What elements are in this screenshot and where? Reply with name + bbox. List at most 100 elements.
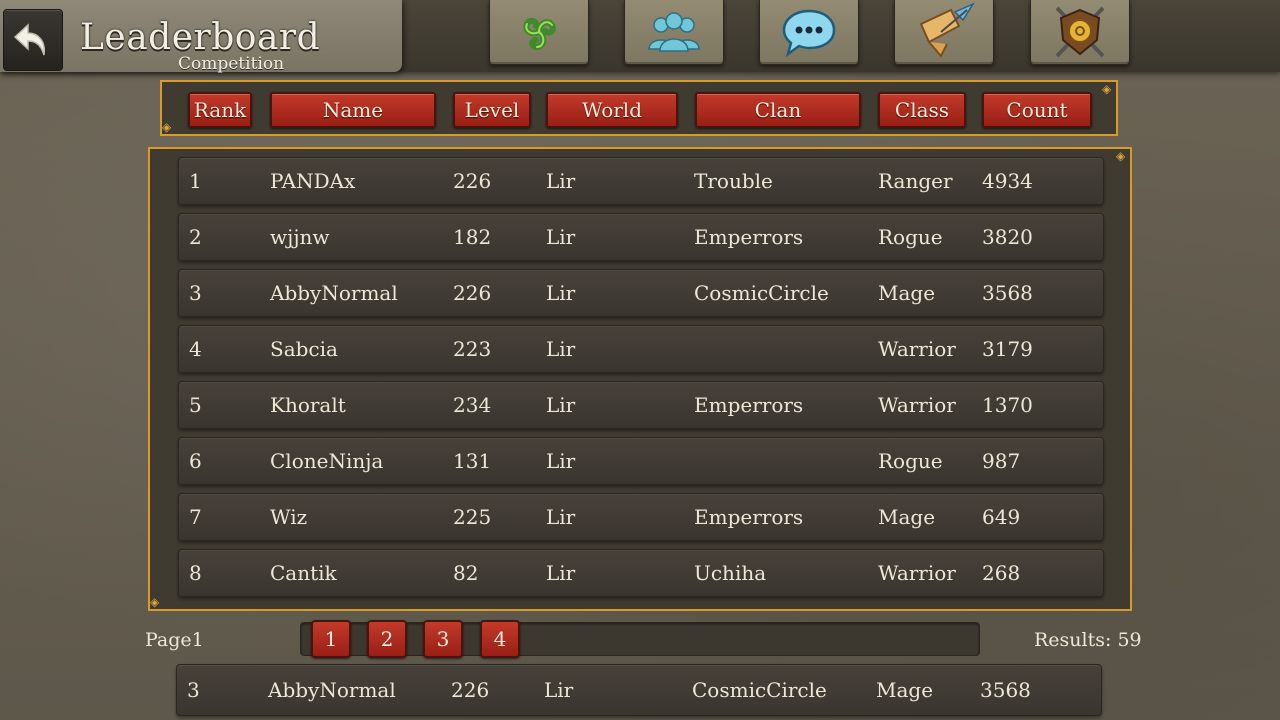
row-level: 226	[453, 281, 492, 305]
page-button-4[interactable]: 4	[480, 620, 520, 658]
title-plate: Leaderboard Competition	[0, 0, 402, 74]
row-rank: 6	[189, 449, 202, 473]
page-button-1[interactable]: 1	[311, 620, 351, 658]
column-header-bar: ◈ ◈ Rank Name Level World Clan Class Cou…	[160, 80, 1118, 136]
page-indicator: Page1	[145, 629, 204, 651]
nav-button-friends[interactable]	[624, 0, 724, 65]
row-rank: 2	[189, 225, 202, 249]
row-clan: CosmicCircle	[694, 281, 829, 305]
column-class-button[interactable]: Class	[878, 92, 966, 128]
row-level: 223	[453, 337, 492, 361]
column-level-button[interactable]: Level	[453, 92, 531, 128]
row-world: Lir	[546, 393, 576, 417]
nav-button-chat[interactable]	[759, 0, 859, 65]
row-level: 182	[453, 225, 492, 249]
row-count: 1370	[982, 393, 1033, 417]
row-level: 226	[451, 678, 490, 702]
row-name: Cantik	[270, 561, 337, 585]
row-world: Lir	[546, 337, 576, 361]
row-class: Rogue	[878, 449, 943, 473]
row-clan: Emperrors	[694, 505, 804, 529]
row-class: Mage	[878, 505, 936, 529]
row-rank: 1	[189, 169, 202, 193]
chat-icon	[782, 9, 836, 58]
row-count: 987	[982, 449, 1021, 473]
row-clan: CosmicCircle	[692, 678, 827, 702]
row-count: 3820	[982, 225, 1033, 249]
row-level: 131	[453, 449, 492, 473]
row-name: AbbyNormal	[268, 678, 396, 702]
player-own-row[interactable]: 3 AbbyNormal 226 Lir CosmicCircle Mage 3…	[176, 664, 1102, 716]
row-clan: Uchiha	[694, 561, 767, 585]
row-name: PANDAx	[270, 169, 356, 193]
row-clan: Emperrors	[694, 225, 804, 249]
table-row[interactable]: 4 Sabcia 223 Lir Warrior 3179	[178, 325, 1104, 373]
back-button[interactable]	[3, 9, 63, 71]
row-rank: 4	[189, 337, 202, 361]
row-count: 4934	[982, 169, 1033, 193]
table-row[interactable]: 1 PANDAx 226 Lir Trouble Ranger 4934	[178, 157, 1104, 205]
row-name: AbbyNormal	[270, 281, 398, 305]
column-world-button[interactable]: World	[546, 92, 678, 128]
page-subtitle: Competition	[178, 54, 285, 74]
column-rank-button[interactable]: Rank	[188, 92, 252, 128]
table-row[interactable]: 3 AbbyNormal 226 Lir CosmicCircle Mage 3…	[178, 269, 1104, 317]
column-clan-button[interactable]: Clan	[695, 92, 861, 128]
corner-ornament-icon: ◈	[1102, 82, 1112, 96]
row-count: 649	[982, 505, 1021, 529]
row-world: Lir	[546, 225, 576, 249]
corner-ornament-icon: ◈	[150, 595, 160, 609]
row-rank: 8	[189, 561, 202, 585]
row-class: Mage	[878, 281, 936, 305]
corner-ornament-icon: ◈	[1116, 149, 1126, 163]
row-count: 3568	[982, 281, 1033, 305]
row-count: 268	[982, 561, 1021, 585]
results-count: Results: 59	[1034, 629, 1142, 651]
row-world: Lir	[546, 169, 576, 193]
row-level: 82	[453, 561, 479, 585]
row-level: 234	[453, 393, 492, 417]
row-name: Wiz	[270, 505, 308, 529]
column-name-button[interactable]: Name	[270, 92, 436, 128]
row-name: wjjnw	[270, 225, 330, 249]
row-class: Warrior	[878, 561, 956, 585]
back-arrow-icon	[13, 23, 46, 56]
row-clan: Emperrors	[694, 393, 804, 417]
page-button-2[interactable]: 2	[367, 620, 407, 658]
table-row[interactable]: 6 CloneNinja 131 Lir Rogue 987	[178, 437, 1104, 485]
nav-button-guild[interactable]	[1030, 0, 1130, 65]
row-class: Warrior	[878, 337, 956, 361]
row-rank: 3	[189, 281, 202, 305]
page-button-3[interactable]: 3	[423, 620, 463, 658]
guild-crest-icon	[1055, 6, 1105, 58]
table-row[interactable]: 2 wjjnw 182 Lir Emperrors Rogue 3820	[178, 213, 1104, 261]
leaderboard-table: ◈ ◈ 1 PANDAx 226 Lir Trouble Ranger 4934…	[148, 147, 1132, 611]
row-rank: 5	[189, 393, 202, 417]
table-row[interactable]: 8 Cantik 82 Lir Uchiha Warrior 268	[178, 549, 1104, 597]
row-level: 225	[453, 505, 492, 529]
nav-button-quest[interactable]	[894, 0, 994, 65]
table-row[interactable]: 5 Khoralt 234 Lir Emperrors Warrior 1370	[178, 381, 1104, 429]
row-class: Rogue	[878, 225, 943, 249]
row-clan: Trouble	[694, 169, 773, 193]
row-count: 3568	[980, 678, 1031, 702]
column-count-button[interactable]: Count	[982, 92, 1092, 128]
row-world: Lir	[546, 561, 576, 585]
row-name: CloneNinja	[270, 449, 384, 473]
row-level: 226	[453, 169, 492, 193]
nav-button-triskelion[interactable]	[489, 0, 589, 65]
triskelion-icon	[523, 17, 557, 51]
corner-ornament-icon: ◈	[162, 120, 172, 134]
row-name: Sabcia	[270, 337, 338, 361]
row-world: Lir	[546, 449, 576, 473]
row-world: Lir	[546, 505, 576, 529]
row-world: Lir	[544, 678, 574, 702]
friends-icon	[648, 12, 700, 52]
row-name: Khoralt	[270, 393, 346, 417]
row-class: Warrior	[878, 393, 956, 417]
table-row[interactable]: 7 Wiz 225 Lir Emperrors Mage 649	[178, 493, 1104, 541]
page-title: Leaderboard	[80, 17, 321, 58]
row-class: Mage	[876, 678, 934, 702]
row-class: Ranger	[878, 169, 953, 193]
quest-scroll-icon	[919, 2, 975, 58]
